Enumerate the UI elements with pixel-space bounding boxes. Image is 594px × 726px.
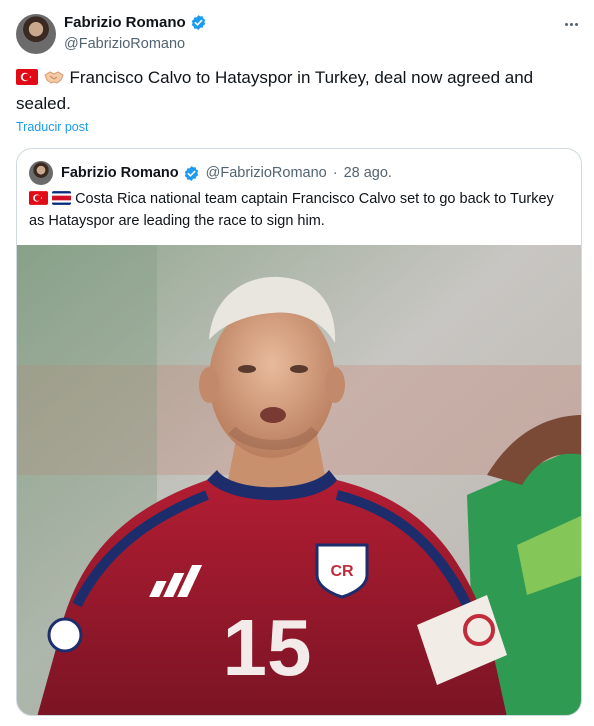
turkey-flag-icon [29,191,48,211]
quoted-verified-badge-icon [183,165,200,182]
quoted-tweet-header: Fabrizio Romano @FabrizioRomano · 28 ago… [29,161,392,185]
author-avatar[interactable] [16,14,56,54]
author-handle[interactable]: @FabrizioRomano [64,36,185,52]
quoted-author-name: Fabrizio Romano [61,165,179,181]
tweet-text: Francisco Calvo to Hatayspor in Turkey, … [16,68,534,113]
author-name[interactable]: Fabrizio Romano [64,14,186,31]
quoted-tweet[interactable]: Fabrizio Romano @FabrizioRomano · 28 ago… [16,148,582,716]
turkey-flag-icon [16,68,38,92]
more-options-icon[interactable] [560,14,582,34]
tweet-header: Fabrizio Romano @FabrizioRomano [16,12,582,56]
handshake-icon [43,68,65,92]
author-name-row: Fabrizio Romano [64,14,207,31]
quoted-author-handle: @FabrizioRomano [205,165,327,181]
quoted-tweet-text: Costa Rica national team captain Francis… [29,191,554,229]
verified-badge-icon [190,14,207,31]
crest-text: CR [330,563,354,580]
player-photo[interactable]: CR 15 [17,245,581,715]
costa-rica-flag-icon [52,191,72,211]
tweet-body: Francisco Calvo to Hatayspor in Turkey, … [16,66,556,116]
shirt-number: 15 [223,603,312,692]
quoted-post-date: 28 ago. [343,165,392,181]
quoted-author-avatar [29,161,53,185]
quoted-tweet-body: Costa Rica national team captain Francis… [29,189,569,231]
translate-post-link[interactable]: Traducir post [16,120,88,134]
dot-separator: · [332,165,338,181]
